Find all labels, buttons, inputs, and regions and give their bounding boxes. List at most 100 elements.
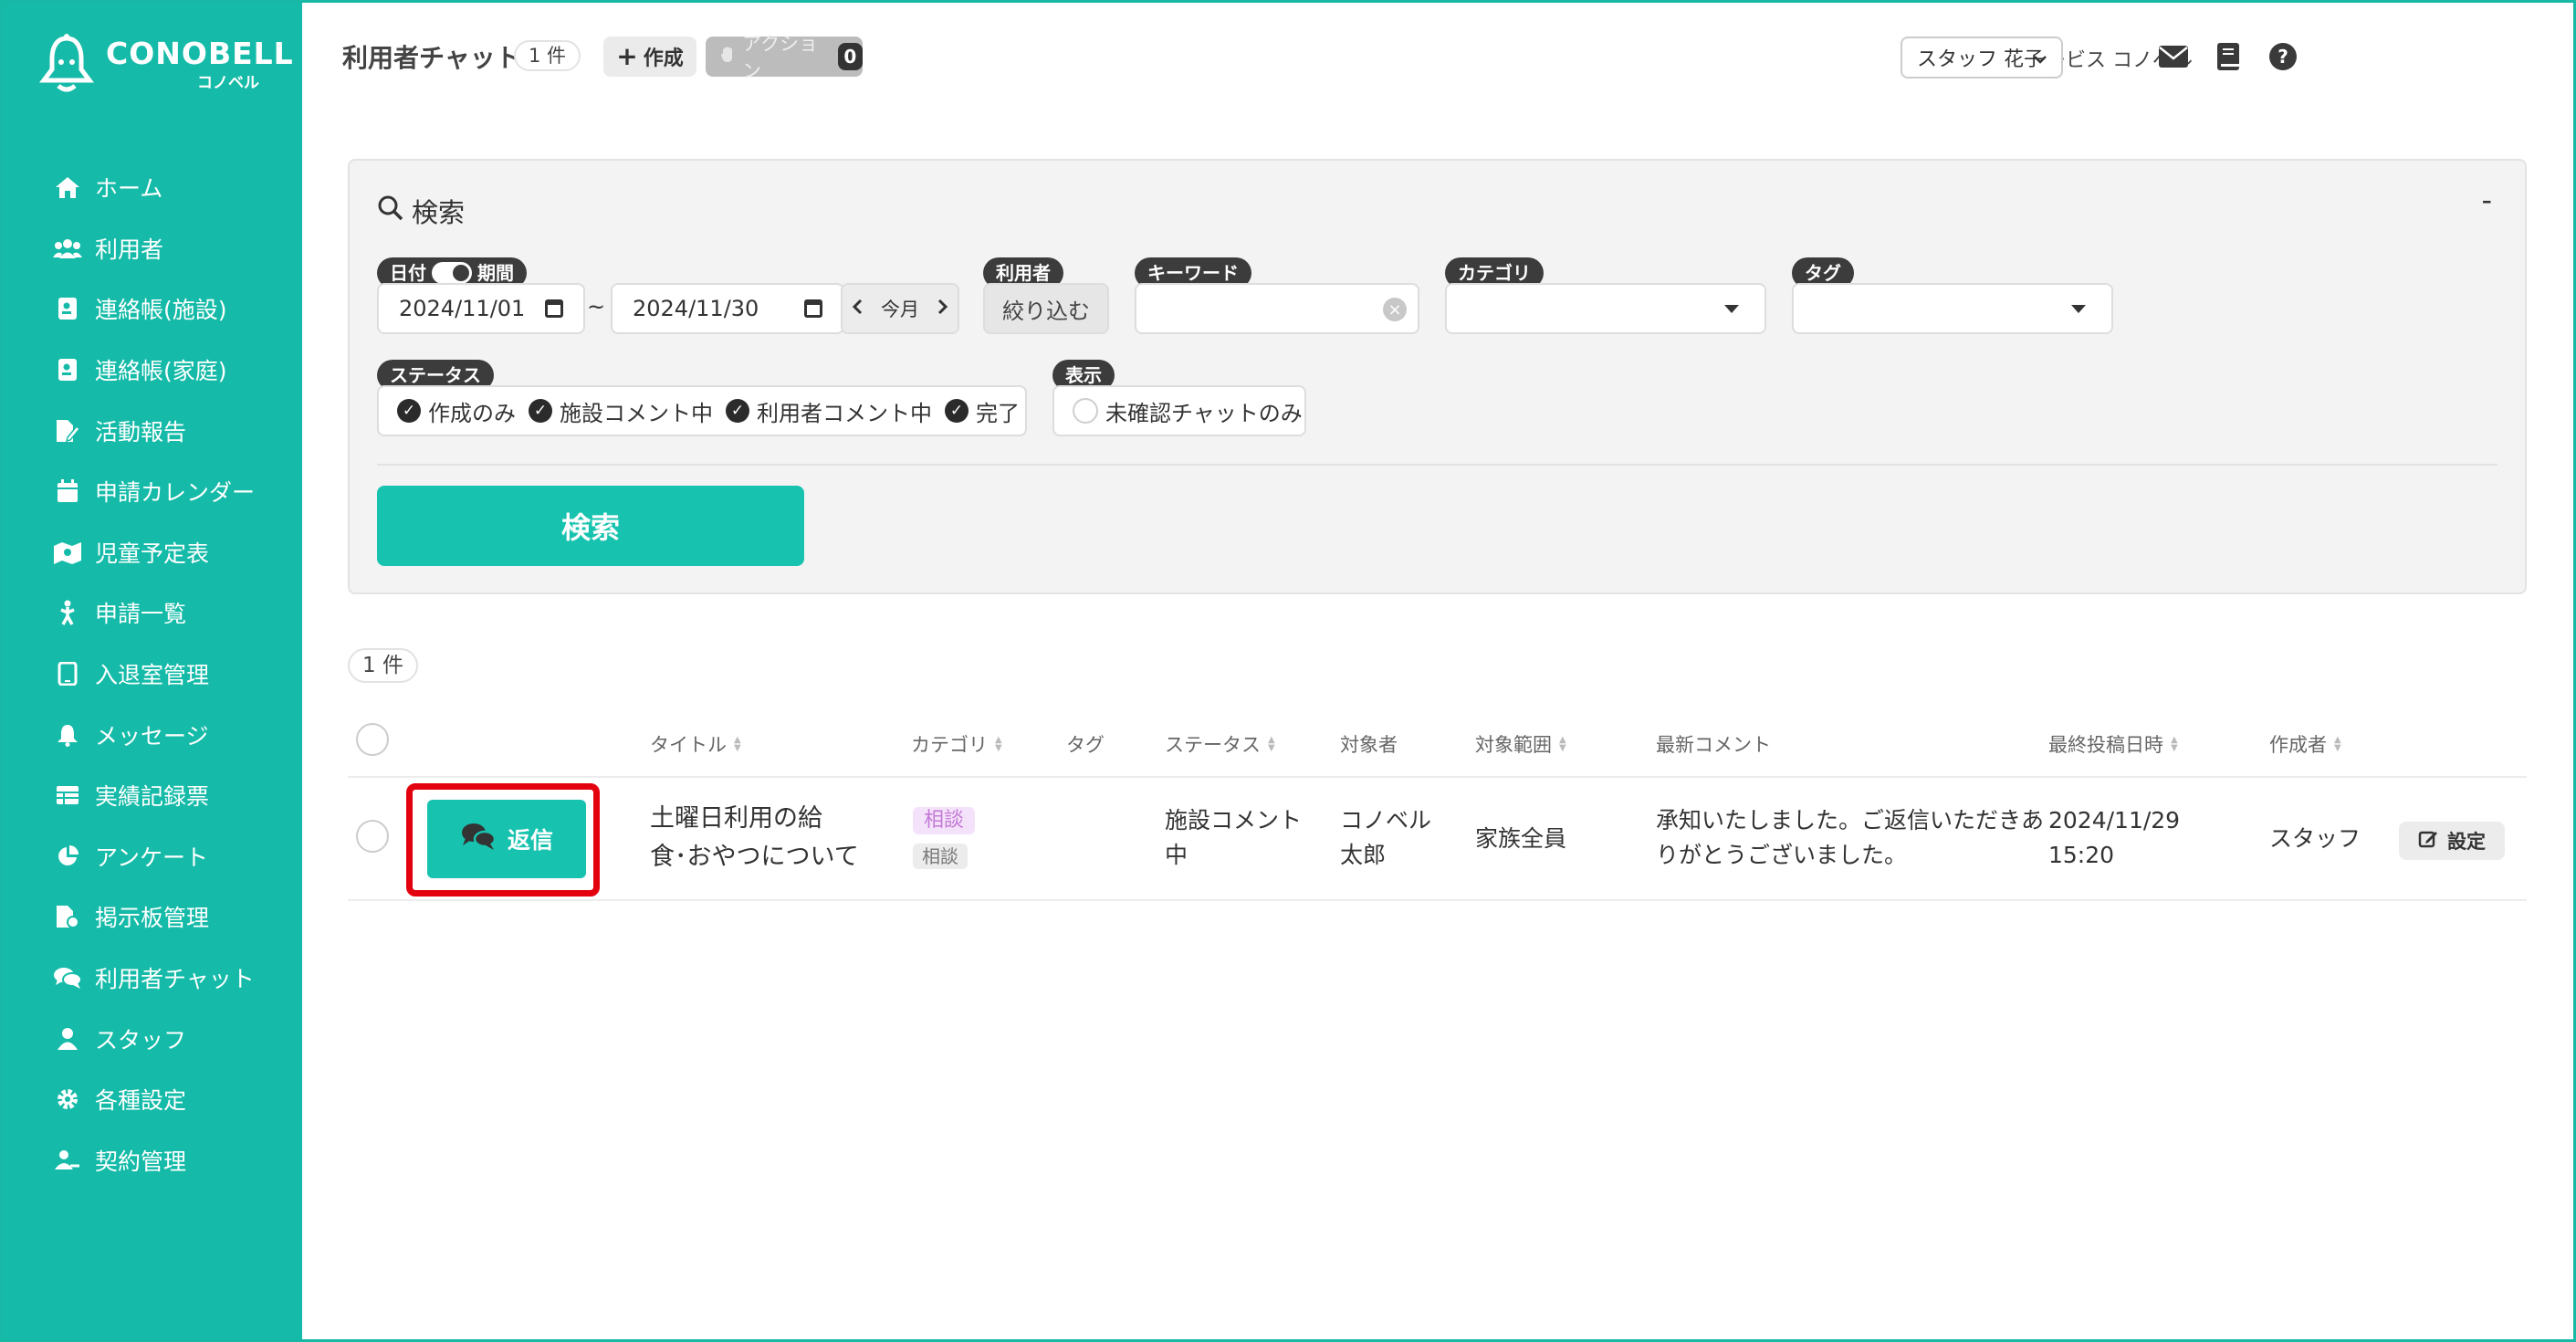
- sidebar-item-child-schedule[interactable]: 児童予定表: [53, 522, 255, 583]
- sidebar-item-messages[interactable]: メッセージ: [53, 704, 255, 765]
- bell-icon: [53, 720, 82, 750]
- status-option-label: 作成のみ: [428, 400, 516, 426]
- next-month-button[interactable]: [937, 298, 948, 320]
- row-scope: 家族全員: [1475, 825, 1567, 852]
- help-icon[interactable]: ?: [2267, 40, 2299, 73]
- application-icon: [53, 598, 82, 627]
- column-header-author[interactable]: 作成者 ▲ ▼: [2269, 730, 2341, 758]
- sidebar-item-label: 申請一覧: [95, 601, 187, 628]
- prev-month-button[interactable]: [852, 298, 863, 320]
- status-option-facility-commenting[interactable]: ✓ 施設コメント中: [529, 395, 713, 427]
- board-icon: [53, 902, 82, 931]
- svg-text:?: ?: [2278, 46, 2288, 68]
- column-header-label: タグ: [1066, 734, 1105, 756]
- date-mode-left-label: 日付: [390, 262, 426, 284]
- caret-down-icon: [2071, 305, 2086, 313]
- column-header-title[interactable]: タイトル ▲ ▼: [650, 730, 741, 758]
- total-count-badge: 1 件: [514, 40, 581, 71]
- sidebar: CONOBELL コノベル ホーム 利用者 連絡帳(施設) 連絡帳(家庭) 活動…: [0, 0, 302, 1342]
- sidebar-item-entry-exit[interactable]: 入退室管理: [53, 644, 255, 705]
- sort-icon: ▲ ▼: [995, 735, 1002, 753]
- sidebar-item-staff[interactable]: スタッフ: [53, 1008, 255, 1069]
- row-target-line: 太郎: [1340, 842, 1387, 868]
- checkbox-empty-icon: [1073, 398, 1098, 424]
- mail-icon[interactable]: [2157, 40, 2190, 73]
- column-header-label: 作成者: [2269, 734, 2327, 756]
- manual-book-icon[interactable]: [2212, 40, 2245, 73]
- sidebar-item-user-chat[interactable]: 利用者チャット: [53, 948, 255, 1009]
- create-button[interactable]: + 作成: [603, 37, 696, 77]
- collapse-toggle[interactable]: -: [2481, 183, 2492, 217]
- reply-button[interactable]: 返信: [427, 800, 586, 878]
- search-icon: [377, 194, 404, 228]
- sidebar-item-users[interactable]: 利用者: [53, 218, 255, 279]
- contract-icon: [53, 1146, 82, 1175]
- row-status: 施設コメント 中: [1165, 803, 1302, 873]
- tag-select[interactable]: [1792, 283, 2113, 334]
- calendar-icon[interactable]: [804, 299, 822, 318]
- calendar-icon[interactable]: [545, 299, 563, 318]
- column-header-last-posted[interactable]: 最終投稿日時 ▲ ▼: [2048, 730, 2178, 758]
- staff-icon: [53, 1024, 82, 1054]
- result-count-badge: 1 件: [348, 648, 418, 683]
- row-last-posted: 2024/11/29 15:20: [2048, 803, 2180, 873]
- action-count-badge: 0: [837, 43, 863, 70]
- column-header-target: 対象者: [1340, 730, 1398, 758]
- sidebar-item-label: 連絡帳(施設): [95, 297, 227, 324]
- brand-logo[interactable]: CONOBELL コノベル: [38, 33, 294, 95]
- month-navigator: 今月: [841, 283, 959, 334]
- sidebar-item-label: アンケート: [95, 844, 209, 871]
- tablet-icon: [53, 659, 82, 688]
- user-filter-button[interactable]: 絞り込む: [983, 283, 1109, 334]
- staff-select[interactable]: スタッフ 花子: [1901, 37, 2063, 79]
- sort-icon: ▲ ▼: [2171, 735, 2178, 753]
- sidebar-item-home[interactable]: ホーム: [53, 157, 255, 218]
- column-header-status[interactable]: ステータス ▲ ▼: [1165, 730, 1275, 758]
- date-to-input[interactable]: 2024/11/30: [611, 283, 844, 334]
- date-from-input[interactable]: 2024/11/01: [377, 283, 585, 334]
- sidebar-item-contract[interactable]: 契約管理: [53, 1130, 255, 1191]
- sidebar-item-label: 連絡帳(家庭): [95, 358, 227, 385]
- column-header-label: 最終投稿日時: [2048, 734, 2163, 756]
- search-heading: 検索: [377, 192, 465, 230]
- sidebar-item-label: メッセージ: [95, 722, 209, 750]
- sidebar-item-board[interactable]: 掲示板管理: [53, 886, 255, 948]
- status-option-created-only[interactable]: ✓ 作成のみ: [397, 395, 516, 427]
- keyword-input[interactable]: ×: [1135, 283, 1419, 334]
- status-option-completed[interactable]: ✓ 完了: [945, 395, 1020, 427]
- column-header-scope[interactable]: 対象範囲 ▲ ▼: [1475, 730, 1566, 758]
- pie-chart-icon: [53, 842, 82, 871]
- row-latest-comment: 承知いたしました。ご返信いただきあ りがとうございました。: [1656, 803, 2044, 873]
- column-header-label: ステータス: [1165, 734, 1261, 756]
- row-checkbox[interactable]: [356, 820, 389, 853]
- category-select[interactable]: [1445, 283, 1766, 334]
- table-row-divider: [348, 899, 2527, 901]
- row-comment-line: りがとうございました。: [1656, 842, 1908, 868]
- row-settings-button[interactable]: 設定: [2399, 822, 2505, 860]
- check-icon: ✓: [726, 399, 749, 423]
- column-header-category[interactable]: カテゴリ ▲ ▼: [911, 730, 1002, 758]
- staff-name: スタッフ 花子: [1917, 48, 2044, 71]
- row-title[interactable]: 土曜日利用の給 食･おやつについて: [650, 800, 859, 876]
- plus-icon: +: [616, 41, 638, 71]
- divider: [377, 464, 2497, 466]
- action-button[interactable]: アクション 0: [706, 33, 863, 82]
- sidebar-item-application-list[interactable]: 申請一覧: [53, 582, 255, 644]
- sort-icon: ▲ ▼: [734, 735, 741, 753]
- select-all-checkbox[interactable]: [356, 723, 389, 756]
- unread-chat-only-option[interactable]: 未確認チャットのみ: [1073, 395, 1303, 427]
- row-target: コノベル 太郎: [1340, 803, 1431, 873]
- sidebar-item-contact-book-home[interactable]: 連絡帳(家庭): [53, 340, 255, 401]
- sidebar-item-activity-report[interactable]: 活動報告: [53, 400, 255, 461]
- sidebar-item-survey[interactable]: アンケート: [53, 826, 255, 887]
- sidebar-item-settings[interactable]: 各種設定: [53, 1069, 255, 1130]
- search-button[interactable]: 検索: [377, 486, 804, 566]
- column-header-latest-comment: 最新コメント: [1656, 730, 1771, 758]
- this-month-button[interactable]: 今月: [881, 295, 919, 322]
- sidebar-item-performance-record[interactable]: 実績記録票: [53, 765, 255, 826]
- clear-icon[interactable]: ×: [1383, 298, 1407, 321]
- hand-icon: [720, 46, 735, 68]
- sidebar-item-application-calendar[interactable]: 申請カレンダー: [53, 461, 255, 522]
- sidebar-item-contact-book-facility[interactable]: 連絡帳(施設): [53, 278, 255, 340]
- status-option-user-commenting[interactable]: ✓ 利用者コメント中: [726, 395, 932, 427]
